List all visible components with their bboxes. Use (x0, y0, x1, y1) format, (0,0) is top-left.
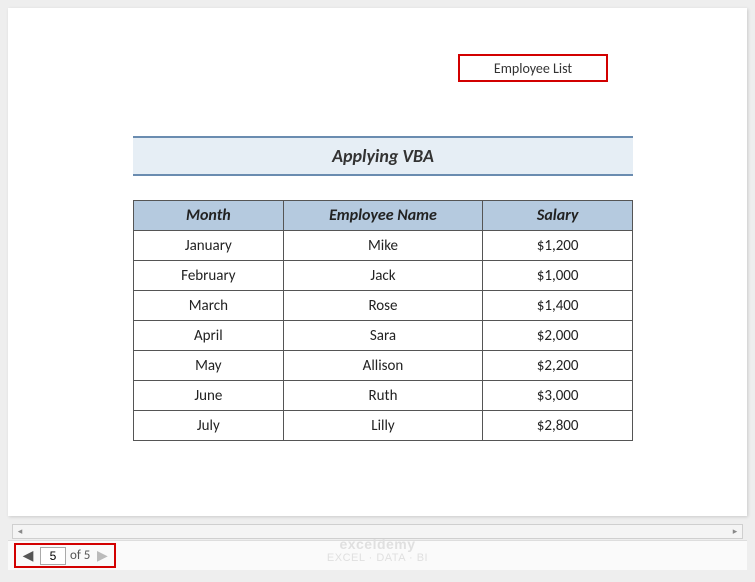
print-preview-page: Employee List Applying VBA Month Employe… (8, 8, 747, 516)
watermark-main: exceldemy (8, 537, 747, 552)
table-row: January Mike $1,200 (134, 231, 633, 261)
title-bar: Applying VBA (133, 136, 633, 176)
table-row: June Ruth $3,000 (134, 381, 633, 411)
cell-salary: $1,000 (483, 261, 633, 291)
cell-name: Sara (283, 321, 483, 351)
cell-month: July (134, 411, 284, 441)
table-row: May Allison $2,200 (134, 351, 633, 381)
cell-name: Ruth (283, 381, 483, 411)
cell-name: Rose (283, 291, 483, 321)
col-header-name: Employee Name (283, 201, 483, 231)
data-table: Month Employee Name Salary January Mike … (133, 200, 633, 441)
table-row: February Jack $1,000 (134, 261, 633, 291)
cell-salary: $2,200 (483, 351, 633, 381)
cell-month: May (134, 351, 284, 381)
cell-name: Allison (283, 351, 483, 381)
content-area: Applying VBA Month Employee Name Salary … (133, 136, 633, 441)
page-navigation-bar: ◀ of 5 ▶ exceldemy EXCEL · DATA · BI (8, 540, 747, 570)
col-header-salary: Salary (483, 201, 633, 231)
cell-month: March (134, 291, 284, 321)
title-text: Applying VBA (332, 145, 434, 167)
watermark-sub: EXCEL · DATA · BI (8, 552, 747, 564)
cell-name: Lilly (283, 411, 483, 441)
cell-name: Mike (283, 231, 483, 261)
cell-salary: $1,200 (483, 231, 633, 261)
watermark: exceldemy EXCEL · DATA · BI (8, 537, 747, 564)
table-header-row: Month Employee Name Salary (134, 201, 633, 231)
page-header-label: Employee List (458, 54, 608, 82)
table-row: July Lilly $2,800 (134, 411, 633, 441)
cell-month: January (134, 231, 284, 261)
cell-month: June (134, 381, 284, 411)
cell-salary: $1,400 (483, 291, 633, 321)
cell-salary: $3,000 (483, 381, 633, 411)
cell-name: Jack (283, 261, 483, 291)
cell-month: April (134, 321, 284, 351)
page-header-text: Employee List (494, 60, 572, 77)
cell-month: February (134, 261, 284, 291)
table-row: April Sara $2,000 (134, 321, 633, 351)
cell-salary: $2,000 (483, 321, 633, 351)
cell-salary: $2,800 (483, 411, 633, 441)
col-header-month: Month (134, 201, 284, 231)
table-row: March Rose $1,400 (134, 291, 633, 321)
